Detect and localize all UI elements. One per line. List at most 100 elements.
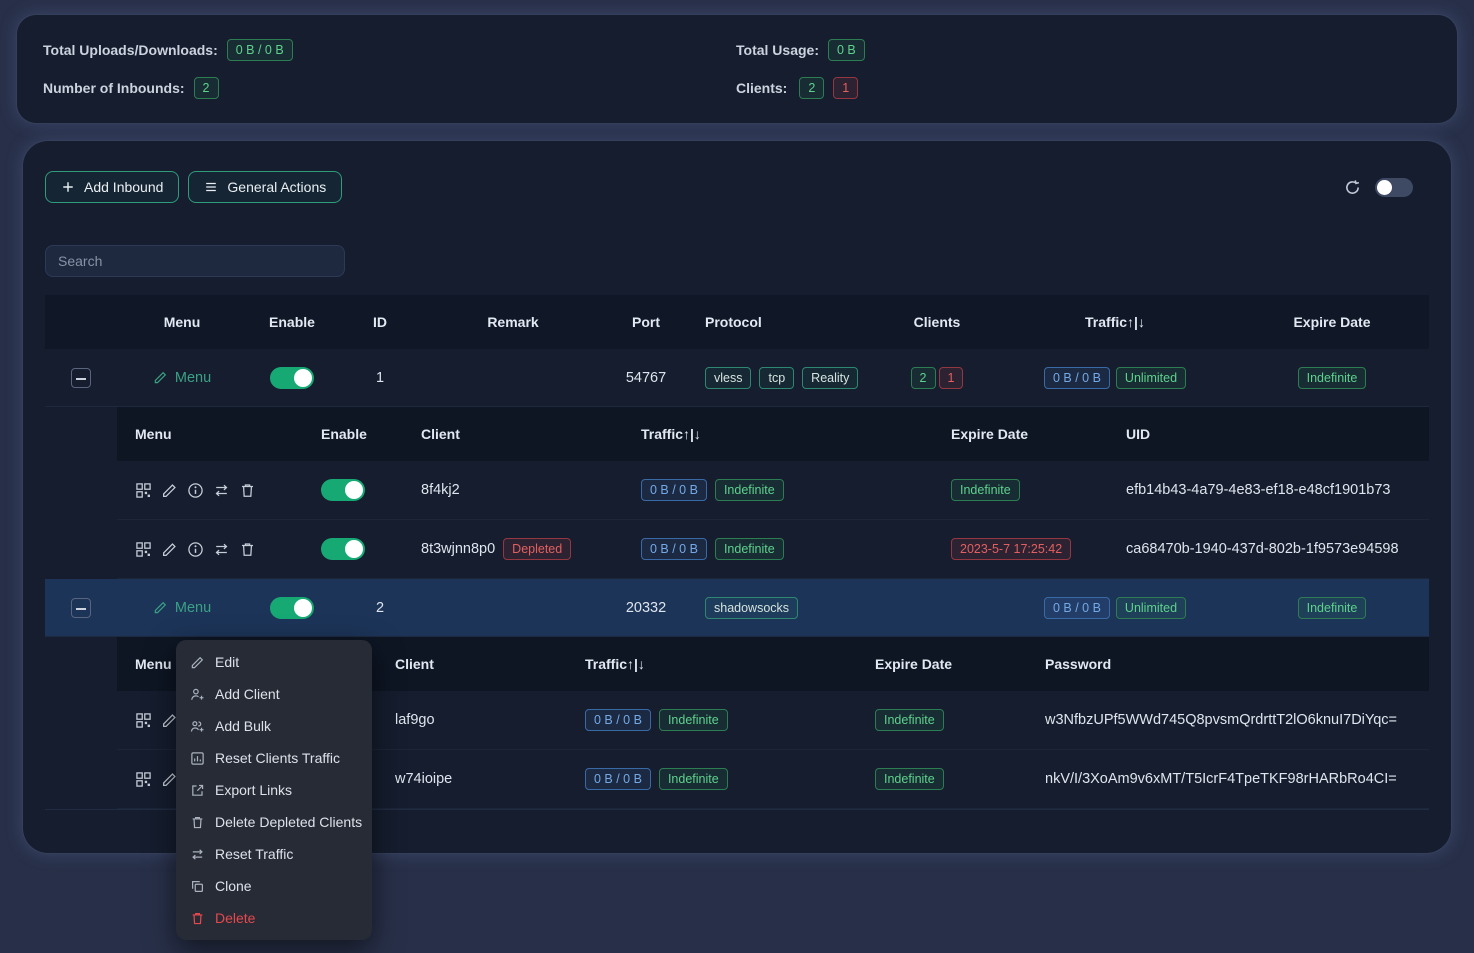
qr-code-icon[interactable] bbox=[135, 482, 152, 499]
expire-badge: Indefinite bbox=[951, 479, 1020, 501]
general-actions-label: General Actions bbox=[227, 179, 326, 195]
edit-icon[interactable] bbox=[161, 541, 178, 558]
depleted-filter-toggle[interactable] bbox=[1375, 178, 1413, 197]
menu-item-reset-traffic[interactable]: Reset Traffic bbox=[176, 838, 372, 870]
header-traffic-sort[interactable]: Traffic↑|↓ bbox=[995, 314, 1235, 330]
edit-icon[interactable] bbox=[161, 482, 178, 499]
stat-clients-depleted: 1 bbox=[833, 77, 858, 99]
protocol-tag: Reality bbox=[802, 367, 858, 389]
edit-icon bbox=[153, 370, 168, 385]
refresh-icon[interactable] bbox=[1344, 179, 1361, 196]
inbound-enable-toggle[interactable] bbox=[270, 367, 314, 389]
menu-item-delete[interactable]: Delete bbox=[176, 902, 372, 934]
client-enable-toggle[interactable] bbox=[321, 538, 365, 560]
inbound-menu-button[interactable]: Menu bbox=[153, 600, 211, 616]
traffic-limit-badge: Unlimited bbox=[1116, 367, 1186, 389]
search-row bbox=[45, 245, 1429, 277]
header-traffic-sort[interactable]: Traffic↑|↓ bbox=[567, 656, 857, 672]
protocol-tag: shadowsocks bbox=[705, 597, 798, 619]
search-input[interactable] bbox=[45, 245, 345, 277]
inbound-row: Menu 1 54767 vless tcp Reality 2 1 0 B /… bbox=[45, 349, 1429, 407]
traffic-limit-badge: Indefinite bbox=[659, 768, 728, 790]
qr-code-icon[interactable] bbox=[135, 771, 152, 788]
reset-traffic-icon[interactable] bbox=[213, 482, 230, 499]
collapse-inbound-button[interactable] bbox=[71, 368, 91, 388]
client-traffic: 0 B / 0 B Indefinite bbox=[567, 709, 857, 731]
delete-icon[interactable] bbox=[239, 482, 256, 499]
add-inbound-button[interactable]: Add Inbound bbox=[45, 171, 179, 203]
inbound-port: 54767 bbox=[603, 370, 689, 386]
inbound-expire: Indefinite bbox=[1235, 367, 1429, 389]
traffic-badge: 0 B / 0 B bbox=[641, 538, 707, 560]
menu-item-edit[interactable]: Edit bbox=[176, 646, 372, 678]
reset-traffic-icon[interactable] bbox=[213, 541, 230, 558]
menu-item-label: Export Links bbox=[215, 782, 292, 798]
stat-total-uploads-downloads: Total Uploads/Downloads: 0 B / 0 B bbox=[43, 39, 736, 61]
stat-usage-label: Total Usage: bbox=[736, 42, 819, 58]
add-client-icon bbox=[190, 687, 205, 702]
menu-item-export-links[interactable]: Export Links bbox=[176, 774, 372, 806]
menu-item-label: Edit bbox=[215, 654, 239, 670]
protocol-tag: vless bbox=[705, 367, 751, 389]
menu-item-add-bulk[interactable]: Add Bulk bbox=[176, 710, 372, 742]
header-traffic-sort[interactable]: Traffic↑|↓ bbox=[623, 426, 933, 442]
traffic-limit-badge: Indefinite bbox=[715, 479, 784, 501]
clients-table-vless: Menu Enable Client Traffic↑|↓ Expire Dat… bbox=[117, 407, 1429, 579]
inbound-menu-label: Menu bbox=[175, 370, 211, 386]
export-links-icon bbox=[190, 783, 205, 798]
inbound-protocols: vless tcp Reality bbox=[689, 367, 879, 389]
clone-icon bbox=[190, 879, 205, 894]
client-uid: efb14b43-4a79-4e83-ef18-e48cf1901b73 bbox=[1108, 482, 1429, 498]
menu-item-clone[interactable]: Clone bbox=[176, 870, 372, 902]
add-bulk-icon bbox=[190, 719, 205, 734]
general-actions-button[interactable]: General Actions bbox=[188, 171, 342, 203]
info-icon[interactable] bbox=[187, 482, 204, 499]
client-expire: Indefinite bbox=[857, 709, 1027, 731]
client-password: w3NfbzUPf5WWd745Q8pvsmQrdrttT2lO6knuI7Di… bbox=[1027, 712, 1429, 728]
traffic-badge: 0 B / 0 B bbox=[641, 479, 707, 501]
client-name: w74ioipe bbox=[377, 771, 567, 787]
clients-active-badge: 2 bbox=[911, 367, 936, 389]
header-password: Password bbox=[1027, 656, 1429, 672]
collapse-inbound-button[interactable] bbox=[71, 598, 91, 618]
header-menu: Menu bbox=[117, 314, 247, 330]
client-traffic: 0 B / 0 B Indefinite bbox=[623, 479, 933, 501]
menu-item-add-client[interactable]: Add Client bbox=[176, 678, 372, 710]
inbound-id: 2 bbox=[337, 600, 423, 616]
stat-usage-value: 0 B bbox=[828, 39, 865, 61]
stat-clients: Clients: 2 1 bbox=[736, 77, 1431, 99]
header-client: Client bbox=[403, 426, 623, 442]
menu-item-reset-clients-traffic[interactable]: Reset Clients Traffic bbox=[176, 742, 372, 774]
client-traffic: 0 B / 0 B Indefinite bbox=[567, 768, 857, 790]
header-expire-date: Expire Date bbox=[933, 426, 1108, 442]
header-enable: Enable bbox=[247, 314, 337, 330]
qr-code-icon[interactable] bbox=[135, 712, 152, 729]
qr-code-icon[interactable] bbox=[135, 541, 152, 558]
inbound-traffic: 0 B / 0 B Unlimited bbox=[995, 367, 1235, 389]
traffic-badge: 0 B / 0 B bbox=[1044, 367, 1110, 389]
menu-item-delete-depleted-clients[interactable]: Delete Depleted Clients bbox=[176, 806, 372, 838]
client-name: 8t3wjnn8p0 bbox=[421, 541, 495, 557]
delete-icon bbox=[190, 911, 205, 926]
delete-icon[interactable] bbox=[239, 541, 256, 558]
client-enable-toggle[interactable] bbox=[321, 479, 365, 501]
stat-number-of-inbounds: Number of Inbounds: 2 bbox=[43, 77, 736, 99]
inbound-menu-button[interactable]: Menu bbox=[153, 370, 211, 386]
inbounds-table-header: Menu Enable ID Remark Port Protocol Clie… bbox=[45, 295, 1429, 349]
client-row: 8t3wjnn8p0 Depleted 0 B / 0 B Indefinite… bbox=[117, 520, 1429, 579]
info-icon[interactable] bbox=[187, 541, 204, 558]
menu-item-label: Reset Clients Traffic bbox=[215, 750, 340, 766]
inbound-enable-toggle[interactable] bbox=[270, 597, 314, 619]
stat-total-usage: Total Usage: 0 B bbox=[736, 39, 1431, 61]
traffic-limit-badge: Indefinite bbox=[659, 709, 728, 731]
menu-item-label: Reset Traffic bbox=[215, 846, 293, 862]
expire-badge: Indefinite bbox=[1298, 367, 1367, 389]
stats-panel: Total Uploads/Downloads: 0 B / 0 B Total… bbox=[16, 14, 1458, 124]
traffic-limit-badge: Indefinite bbox=[715, 538, 784, 560]
inbound-id: 1 bbox=[337, 370, 423, 386]
header-menu: Menu bbox=[117, 426, 303, 442]
inbound-clients-count: 2 1 bbox=[879, 367, 995, 389]
clients-table-header: Menu Enable Client Traffic↑|↓ Expire Dat… bbox=[117, 407, 1429, 461]
header-expire-date: Expire Date bbox=[1235, 314, 1429, 330]
traffic-limit-badge: Unlimited bbox=[1116, 597, 1186, 619]
